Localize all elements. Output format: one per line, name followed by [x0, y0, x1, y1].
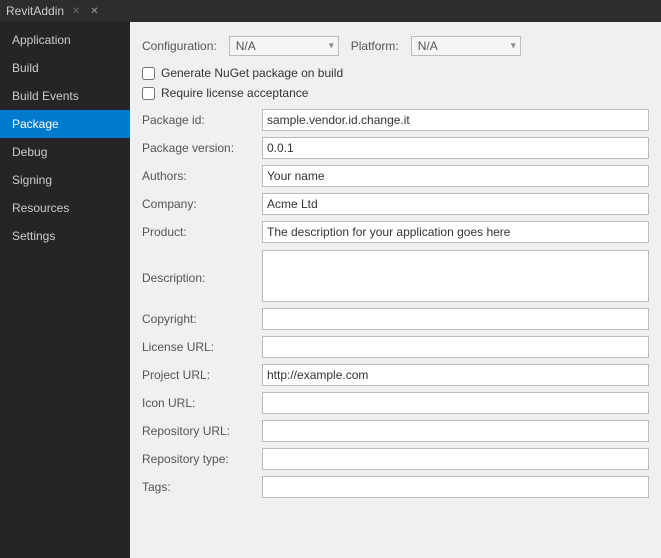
package-version-label: Package version:	[142, 134, 262, 162]
repository-url-input[interactable]	[262, 420, 649, 442]
nuget-checkbox[interactable]	[142, 67, 155, 80]
platform-select-wrapper[interactable]: N/A	[411, 36, 521, 56]
description-cell	[262, 246, 649, 305]
table-row: Repository type:	[142, 445, 649, 473]
tab-close-button[interactable]: ✕	[86, 3, 102, 19]
table-row: Product:	[142, 218, 649, 246]
license-checkbox-row: Require license acceptance	[142, 86, 649, 100]
product-cell	[262, 218, 649, 246]
content-panel: Configuration: N/A Platform: N/A Generat…	[130, 22, 661, 558]
authors-input[interactable]	[262, 165, 649, 187]
table-row: Copyright:	[142, 305, 649, 333]
product-label: Product:	[142, 218, 262, 246]
license-checkbox[interactable]	[142, 87, 155, 100]
description-textarea[interactable]	[262, 250, 649, 302]
copyright-input[interactable]	[262, 308, 649, 330]
sidebar-item-application[interactable]: Application	[0, 26, 130, 54]
license-label: Require license acceptance	[161, 86, 308, 100]
icon-url-input[interactable]	[262, 392, 649, 414]
platform-label: Platform:	[351, 39, 399, 53]
company-cell	[262, 190, 649, 218]
configuration-select[interactable]: N/A	[229, 36, 339, 56]
sidebar-item-build-events[interactable]: Build Events	[0, 82, 130, 110]
company-label: Company:	[142, 190, 262, 218]
project-url-input[interactable]	[262, 364, 649, 386]
authors-label: Authors:	[142, 162, 262, 190]
table-row: License URL:	[142, 333, 649, 361]
main-area: Application Build Build Events Package D…	[0, 22, 661, 558]
package-version-input[interactable]	[262, 137, 649, 159]
configuration-label: Configuration:	[142, 39, 217, 53]
title-bar: RevitAddin ✕ ✕	[0, 0, 661, 22]
repository-type-cell	[262, 445, 649, 473]
repository-url-cell	[262, 417, 649, 445]
copyright-cell	[262, 305, 649, 333]
table-row: Repository URL:	[142, 417, 649, 445]
table-row: Icon URL:	[142, 389, 649, 417]
sidebar: Application Build Build Events Package D…	[0, 22, 130, 558]
sidebar-item-build[interactable]: Build	[0, 54, 130, 82]
tags-cell	[262, 473, 649, 501]
tab-title: RevitAddin	[6, 4, 64, 18]
package-id-label: Package id:	[142, 106, 262, 134]
platform-select[interactable]: N/A	[411, 36, 521, 56]
product-input[interactable]	[262, 221, 649, 243]
project-url-cell	[262, 361, 649, 389]
repository-url-label: Repository URL:	[142, 417, 262, 445]
table-row: Project URL:	[142, 361, 649, 389]
company-input[interactable]	[262, 193, 649, 215]
config-bar: Configuration: N/A Platform: N/A	[142, 30, 649, 66]
table-row: Authors:	[142, 162, 649, 190]
configuration-select-wrapper[interactable]: N/A	[229, 36, 339, 56]
sidebar-item-signing[interactable]: Signing	[0, 166, 130, 194]
table-row: Package version:	[142, 134, 649, 162]
sidebar-item-debug[interactable]: Debug	[0, 138, 130, 166]
sidebar-item-package[interactable]: Package	[0, 110, 130, 138]
table-row: Tags:	[142, 473, 649, 501]
repository-type-label: Repository type:	[142, 445, 262, 473]
table-row: Package id:	[142, 106, 649, 134]
icon-url-label: Icon URL:	[142, 389, 262, 417]
tags-label: Tags:	[142, 473, 262, 501]
icon-url-cell	[262, 389, 649, 417]
nuget-checkbox-row: Generate NuGet package on build	[142, 66, 649, 80]
package-id-cell	[262, 106, 649, 134]
project-url-label: Project URL:	[142, 361, 262, 389]
nuget-label: Generate NuGet package on build	[161, 66, 343, 80]
license-url-cell	[262, 333, 649, 361]
repository-type-input[interactable]	[262, 448, 649, 470]
table-row: Company:	[142, 190, 649, 218]
package-version-cell	[262, 134, 649, 162]
license-url-input[interactable]	[262, 336, 649, 358]
copyright-label: Copyright:	[142, 305, 262, 333]
tags-input[interactable]	[262, 476, 649, 498]
description-label: Description:	[142, 246, 262, 305]
package-id-input[interactable]	[262, 109, 649, 131]
sidebar-item-settings[interactable]: Settings	[0, 222, 130, 250]
authors-cell	[262, 162, 649, 190]
sidebar-item-resources[interactable]: Resources	[0, 194, 130, 222]
license-url-label: License URL:	[142, 333, 262, 361]
form-table: Package id: Package version: Authors: Co…	[142, 106, 649, 501]
table-row: Description:	[142, 246, 649, 305]
